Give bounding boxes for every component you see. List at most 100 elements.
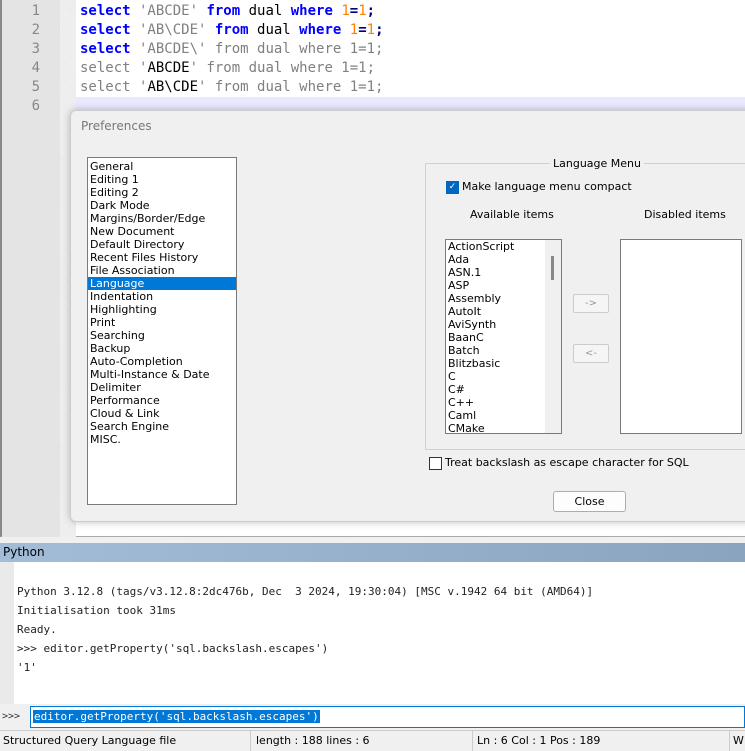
code-token: ' from dual where 1=1; [198,79,384,95]
code-token: ' from dual where 1=1; [189,60,376,76]
available-item[interactable]: ASN.1 [446,266,561,279]
scrollbar[interactable] [545,240,561,433]
backslash-label: Treat backslash as escape character for … [445,456,689,469]
line-number: 4 [31,60,40,76]
backslash-checkbox[interactable]: Treat backslash as escape character for … [429,456,689,470]
code-token: select [80,22,131,38]
category-item[interactable]: Search Engine [88,420,236,433]
available-item[interactable]: AutoIt [446,305,561,318]
console-line: Python 3.12.8 (tags/v3.12.8:2dc476b, Dec… [17,585,594,598]
code-token: where [299,22,342,38]
compact-label: Make language menu compact [462,180,632,193]
line-number: 6 [31,98,40,114]
available-item[interactable]: ActionScript [446,240,561,253]
category-item[interactable]: Default Directory [88,238,236,251]
category-item[interactable]: Backup [88,342,236,355]
scrollbar-thumb[interactable] [551,256,554,280]
category-item[interactable]: New Document [88,225,236,238]
line-number: 3 [31,41,40,57]
code-token: select [80,3,131,19]
code-token: 1 [349,22,359,38]
preferences-dialog: Preferences General Editing 1 Editing 2 Dar… [70,110,745,522]
category-item[interactable]: Auto-Completion [88,355,236,368]
code-token: where [290,3,333,19]
available-item[interactable]: Blitzbasic [446,357,561,370]
category-item[interactable]: Editing 2 [88,186,236,199]
code-line: select 'ABCDE\' from dual where 1=1; [80,41,383,57]
code-token: select [80,41,131,57]
category-item[interactable]: File Association [88,264,236,277]
category-item[interactable]: MISC. [88,433,236,446]
category-item[interactable]: Performance [88,394,236,407]
status-position: Ln : 6 Col : 1 Pos : 189 [473,731,730,751]
category-item[interactable]: Print [88,316,236,329]
compact-checkbox[interactable]: ✓ Make language menu compact [446,180,632,194]
category-item[interactable]: Recent Files History [88,251,236,264]
code-token: dual [248,22,300,38]
available-item[interactable]: C++ [446,396,561,409]
category-item[interactable]: Cloud & Link [88,407,236,420]
available-item[interactable]: C [446,370,561,383]
category-item[interactable]: Multi-Instance & Date [88,368,236,381]
category-item[interactable]: Margins/Border/Edge [88,212,236,225]
line-number: 5 [31,79,40,95]
code-token: 1 [358,3,367,19]
available-item[interactable]: Assembly [446,292,561,305]
console-prompt: >>> [2,711,21,722]
dialog-title: Preferences [81,119,152,133]
code-line: select 'AB\CDE' from dual where 1=1; [80,22,384,38]
python-panel-title: Python [0,543,745,562]
category-item[interactable]: Indentation [88,290,236,303]
code-token: 1 [341,3,350,19]
category-item[interactable]: General [88,160,236,173]
group-title: Language Menu [550,157,644,170]
code-token: = [358,22,367,38]
available-items-list[interactable]: ActionScript Ada ASN.1 ASP Assembly AutoIt Avi… [445,239,562,434]
close-button[interactable]: Close [553,491,626,512]
available-item[interactable]: Batch [446,344,561,357]
available-item[interactable]: Caml [446,409,561,422]
category-item[interactable]: Dark Mode [88,199,236,212]
available-item[interactable]: BaanC [446,331,561,344]
code-token: 'AB\CDE' [130,22,215,38]
code-token: 'ABCDE\' from dual where 1=1; [130,41,384,57]
console-line: '1' [17,661,37,674]
console-line: Ready. [17,623,57,636]
code-token: 'ABCDE' [130,3,207,19]
console-line: Initialisation took 31ms [17,604,176,617]
available-item[interactable]: ASP [446,279,561,292]
status-file-type: Structured Query Language file [0,731,251,751]
category-item[interactable]: Highlighting [88,303,236,316]
code-token: AB\CDE [147,79,199,95]
category-item[interactable]: Searching [88,329,236,342]
category-item[interactable]: Language [88,277,236,290]
line-number: 1 [31,3,40,19]
python-input[interactable]: editor.getProperty('sql.backslash.escape… [30,706,745,728]
code-token: select ' [80,60,148,76]
category-item[interactable]: Delimiter [88,381,236,394]
language-menu-group: Language Menu ✓ Make language menu compac… [425,157,745,450]
move-left-button[interactable]: <- [573,344,609,363]
available-item[interactable]: C# [446,383,561,396]
line-number: 2 [31,22,40,38]
move-right-button[interactable]: -> [573,294,609,313]
available-item[interactable]: AviSynth [446,318,561,331]
disabled-label: Disabled items [644,208,726,221]
disabled-items-list[interactable] [620,239,742,434]
status-bar: Structured Query Language file length : … [0,730,745,751]
available-label: Available items [470,208,554,221]
python-console-output: Python 3.12.8 (tags/v3.12.8:2dc476b, Dec… [0,562,745,704]
code-line: select 'ABCDE' from dual where 1=1; [80,3,375,19]
available-item[interactable]: Ada [446,253,561,266]
category-item[interactable]: Editing 1 [88,173,236,186]
code-token: select ' [80,79,148,95]
code-token: from [214,22,249,38]
code-token: ; [366,3,376,19]
code-line: select 'AB\CDE' from dual where 1=1; [80,79,383,95]
category-list[interactable]: General Editing 1 Editing 2 Dark Mode Margin… [87,157,237,505]
available-item[interactable]: CMake [446,422,561,433]
code-token: from [206,3,241,19]
code-token: ABCDE [147,60,190,76]
code-token: ; [375,22,384,38]
